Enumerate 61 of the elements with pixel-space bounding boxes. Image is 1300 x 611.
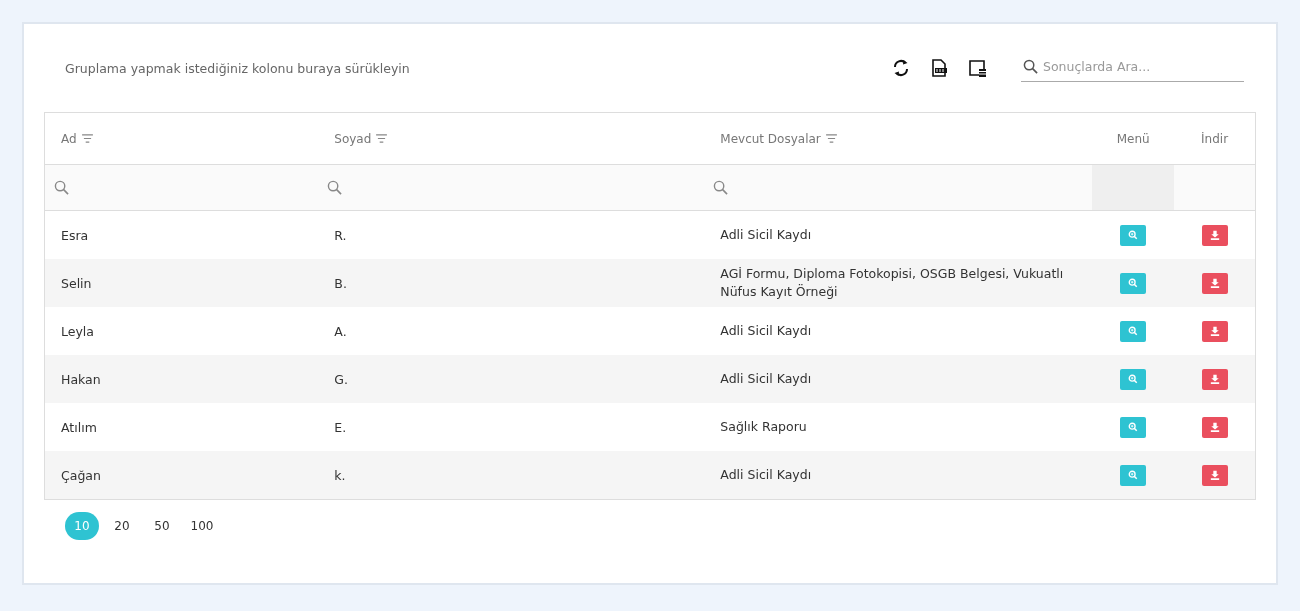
table-cell: Hakan — [61, 371, 101, 387]
zoom-icon — [1128, 326, 1139, 336]
view-button[interactable] — [1120, 464, 1147, 486]
page-size-button[interactable]: 50 — [145, 512, 179, 540]
page-size-button[interactable]: 100 — [185, 512, 219, 540]
filter-icon[interactable] — [376, 134, 388, 143]
download-icon — [1209, 326, 1220, 336]
zoom-icon — [1128, 470, 1139, 480]
filter-icon[interactable] — [825, 134, 837, 143]
table-cell: Selin — [61, 275, 92, 291]
column-header[interactable]: İndir — [1201, 131, 1229, 146]
column-header[interactable]: Soyad — [334, 131, 372, 146]
table-cell: B. — [334, 275, 347, 291]
spreadsheet-file-icon[interactable] — [929, 58, 949, 78]
zoom-icon — [1128, 278, 1139, 288]
download-icon — [1209, 230, 1220, 240]
view-button[interactable] — [1120, 320, 1147, 342]
download-button[interactable] — [1201, 320, 1228, 342]
download-icon — [1209, 374, 1220, 384]
search-icon[interactable] — [54, 180, 69, 195]
table-cell-text: Adli Sicil Kaydı — [720, 466, 812, 484]
column-chooser-icon[interactable] — [967, 58, 987, 78]
table-cell: k. — [334, 467, 346, 483]
table-cell: A. — [334, 323, 347, 339]
table-cell: Atılım — [61, 419, 97, 435]
zoom-icon — [1128, 422, 1139, 432]
download-button[interactable] — [1201, 368, 1228, 390]
download-button[interactable] — [1201, 464, 1228, 486]
view-button[interactable] — [1120, 416, 1147, 438]
download-icon — [1209, 470, 1220, 480]
table-cell: G. — [334, 371, 348, 387]
column-header[interactable]: Ad — [61, 131, 77, 146]
zoom-icon — [1128, 374, 1139, 384]
table-cell: R. — [334, 227, 347, 243]
page-size-button[interactable]: 20 — [105, 512, 139, 540]
filter-icon[interactable] — [81, 134, 93, 143]
download-button[interactable] — [1201, 224, 1228, 246]
table-cell: Leyla — [61, 323, 94, 339]
table-cell-text: Adli Sicil Kaydı — [720, 226, 812, 244]
search-icon[interactable] — [327, 180, 343, 195]
download-button[interactable] — [1201, 272, 1228, 294]
table-cell: E. — [334, 419, 347, 435]
table-cell: Esra — [61, 227, 89, 243]
view-button[interactable] — [1120, 272, 1147, 294]
search-icon — [1023, 59, 1038, 74]
column-header[interactable]: Mevcut Dosyalar — [720, 131, 821, 146]
download-icon — [1209, 422, 1220, 432]
column-header[interactable]: Menü — [1116, 131, 1150, 146]
table-cell: Çağan — [61, 467, 101, 483]
table-cell-text: Adli Sicil Kaydı — [720, 370, 812, 388]
download-button[interactable] — [1201, 416, 1228, 438]
group-hint: Gruplama yapmak istediğiniz kolonu buraya sürükleyin — [65, 60, 410, 76]
download-icon — [1209, 278, 1220, 288]
refresh-icon[interactable] — [891, 58, 911, 78]
table-cell-text: Adli Sicil Kaydı — [720, 322, 812, 340]
zoom-icon — [1128, 230, 1139, 240]
view-button[interactable] — [1120, 368, 1147, 390]
search-icon[interactable] — [713, 180, 729, 195]
table-cell-text: AGİ Formu, Diploma Fotokopisi, OSGB Belgesi, Vukuatlı Nüfus Kayıt Örneği — [720, 265, 1065, 301]
view-button[interactable] — [1120, 224, 1147, 246]
table-cell-text: Sağlık Raporu — [720, 418, 807, 436]
